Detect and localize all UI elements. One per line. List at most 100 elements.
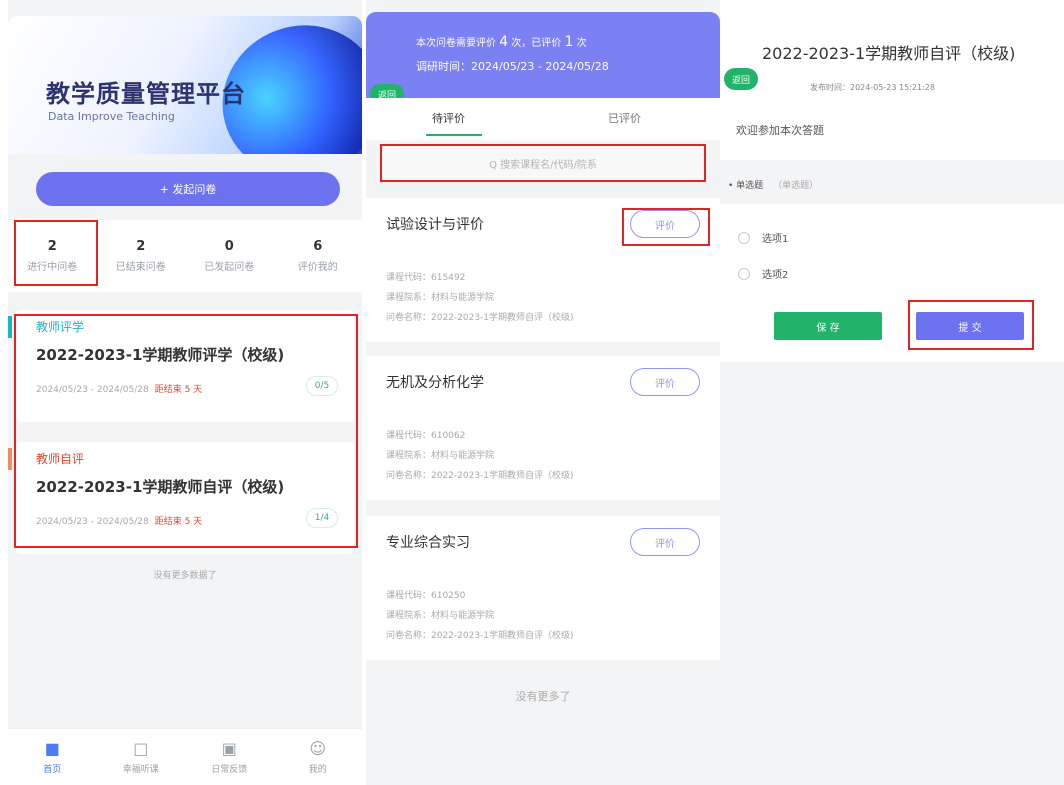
stats-row: 2 进行中问卷 2 已结束问卷 0 已发起问卷 6 评价我的 — [8, 220, 362, 292]
tab-evaluated[interactable]: 已评价 — [608, 110, 641, 126]
card-title: 2022-2023-1学期教师评学（校级) — [36, 346, 285, 364]
publish-time: 发布时间：2024-05-23 15:21:28 — [810, 83, 935, 92]
evaluate-button[interactable]: 评价 — [630, 210, 700, 238]
question-body: 选项1 选项2 保 存 提 交 — [720, 204, 1064, 362]
card-date: 2024/05/23 - 2024/05/28 距结束 5 天 — [36, 514, 202, 527]
evaluate-button[interactable]: 评价 — [630, 368, 700, 396]
stat-value: 0 — [224, 239, 234, 254]
back-button[interactable]: 返回 — [724, 68, 758, 90]
tab-label: 我的 — [308, 764, 327, 775]
home-panel: 教学质量管理平台 Data Improve Teaching + 发起问卷 2 … — [8, 0, 362, 785]
course-name: 无机及分析化学 — [386, 375, 484, 391]
course-code: 课程代码：610250 — [386, 591, 466, 601]
welcome-text: 欢迎参加本次答题 — [736, 124, 824, 137]
stat-evaluated-me[interactable]: 6 评价我的 — [274, 220, 363, 292]
active-tab-indicator — [426, 134, 482, 136]
stat-value: 6 — [313, 239, 323, 254]
card-date-range: 2024/05/23 - 2024/05/28 — [36, 385, 149, 395]
summary-suffix: 次 — [576, 38, 587, 49]
stat-label: 已发起问卷 — [204, 262, 255, 273]
course-item: 专业综合实习 评价 课程代码：610250 课程院系：材料与能源学院 问卷名称：… — [366, 516, 720, 660]
stat-value: 2 — [47, 239, 57, 254]
question-type-label: • 单选题 — [728, 181, 764, 191]
question-hint: （单选题） — [773, 181, 819, 191]
evaluate-panel: 本次问卷需要评价 4 次，已评价 1 次 调研时间：2024/05/23 - 2… — [366, 0, 720, 785]
option-1[interactable]: 选项1 — [738, 230, 788, 245]
tab-pending[interactable]: 待评价 — [432, 110, 465, 126]
chat-icon: □ — [133, 738, 149, 758]
card-tag: 教师评学 — [36, 320, 85, 334]
tab-label: 幸福听课 — [122, 764, 159, 775]
survey-header: 2022-2023-1学期教师自评（校级) 返回 发布时间：2024-05-23… — [720, 0, 1064, 160]
stat-value: 2 — [136, 239, 146, 254]
survey-card[interactable]: 教师评学 2022-2023-1学期教师评学（校级) 2024/05/23 - … — [8, 310, 354, 422]
progress-badge: 0/5 — [306, 376, 338, 396]
app-title: 教学质量管理平台 — [46, 80, 246, 108]
evaluate-button[interactable]: 评价 — [630, 528, 700, 556]
summary-total: 4 — [499, 34, 509, 50]
question-header: • 单选题 （单选题） — [720, 166, 1064, 202]
launch-survey-button[interactable]: + 发起问卷 — [36, 172, 340, 206]
option-label: 选项1 — [762, 234, 789, 245]
stat-label: 进行中问卷 — [27, 262, 78, 273]
tab-label: 日常反馈 — [211, 764, 248, 775]
course-dept: 课程院系：材料与能源学院 — [386, 611, 495, 621]
card-accent-bar — [8, 448, 12, 470]
course-name: 试验设计与评价 — [386, 217, 484, 233]
evaluate-tabs: 待评价 已评价 — [366, 98, 720, 140]
stat-in-progress[interactable]: 2 进行中问卷 — [8, 220, 97, 292]
course-survey: 问卷名称：2022-2023-1学期教师自评（校级) — [386, 313, 574, 323]
course-survey: 问卷名称：2022-2023-1学期教师自评（校级) — [386, 471, 574, 481]
course-name: 专业综合实习 — [386, 535, 470, 551]
tab-feedback[interactable]: ▣ 日常反馈 — [185, 729, 274, 785]
card-tag: 教师自评 — [36, 452, 85, 466]
card-due: 距结束 5 天 — [154, 517, 203, 527]
feedback-icon: ▣ — [221, 738, 237, 758]
evaluate-header: 本次问卷需要评价 4 次，已评价 1 次 调研时间：2024/05/23 - 2… — [366, 12, 720, 104]
card-date-range: 2024/05/23 - 2024/05/28 — [36, 517, 149, 527]
tab-label: 首页 — [43, 764, 62, 775]
tab-mine[interactable]: ☺ 我的 — [274, 729, 363, 785]
no-more-text: 没有更多了 — [515, 690, 571, 703]
card-accent-bar — [8, 316, 12, 338]
hero-banner: 教学质量管理平台 Data Improve Teaching — [8, 16, 362, 154]
survey-card[interactable]: 教师自评 2022-2023-1学期教师自评（校级) 2024/05/23 - … — [8, 442, 354, 554]
course-code: 课程代码：610062 — [386, 431, 466, 441]
summary-done: 1 — [564, 34, 574, 50]
card-due: 距结束 5 天 — [154, 385, 203, 395]
stat-label: 已结束问卷 — [115, 262, 166, 273]
survey-title: 2022-2023-1学期教师自评（校级) — [762, 44, 1016, 63]
save-button[interactable]: 保 存 — [774, 312, 882, 340]
stat-label: 评价我的 — [297, 262, 338, 273]
radio-icon[interactable] — [738, 231, 750, 244]
course-dept: 课程院系：材料与能源学院 — [386, 451, 495, 461]
evaluate-summary: 本次问卷需要评价 4 次，已评价 1 次 — [416, 34, 587, 50]
course-search-input[interactable]: Q 搜索课程名/代码/院系 — [382, 146, 704, 180]
home-icon: ■ — [44, 738, 60, 758]
course-code: 课程代码：615492 — [386, 273, 466, 283]
stat-ended[interactable]: 2 已结束问卷 — [97, 220, 186, 292]
stat-launched[interactable]: 0 已发起问卷 — [185, 220, 274, 292]
app-subtitle: Data Improve Teaching — [48, 110, 175, 123]
tab-home[interactable]: ■ 首页 — [8, 729, 97, 785]
summary-prefix: 本次问卷需要评价 — [416, 38, 496, 49]
course-item: 无机及分析化学 评价 课程代码：610062 课程院系：材料与能源学院 问卷名称… — [366, 356, 720, 500]
survey-time-range: 调研时间：2024/05/23 - 2024/05/28 — [416, 60, 609, 73]
submit-button[interactable]: 提 交 — [916, 312, 1024, 340]
question-type: • 单选题 （单选题） — [728, 178, 818, 191]
option-2[interactable]: 选项2 — [738, 266, 788, 281]
progress-badge: 1/4 — [306, 508, 338, 528]
course-dept: 课程院系：材料与能源学院 — [386, 293, 495, 303]
course-item: 试验设计与评价 评价 课程代码：615492 课程院系：材料与能源学院 问卷名称… — [366, 198, 720, 342]
tab-listen[interactable]: □ 幸福听课 — [97, 729, 186, 785]
radio-icon[interactable] — [738, 267, 750, 280]
bottom-tabbar: ■ 首页 □ 幸福听课 ▣ 日常反馈 ☺ 我的 — [8, 728, 362, 785]
course-survey: 问卷名称：2022-2023-1学期教师自评（校级) — [386, 631, 574, 641]
user-icon: ☺ — [309, 738, 327, 758]
survey-panel: 2022-2023-1学期教师自评（校级) 返回 发布时间：2024-05-23… — [720, 0, 1064, 785]
no-more-text: 没有更多数据了 — [153, 571, 217, 581]
summary-mid: 次，已评价 — [511, 38, 562, 49]
card-date: 2024/05/23 - 2024/05/28 距结束 5 天 — [36, 382, 202, 395]
option-label: 选项2 — [762, 270, 789, 281]
card-title: 2022-2023-1学期教师自评（校级) — [36, 478, 285, 496]
